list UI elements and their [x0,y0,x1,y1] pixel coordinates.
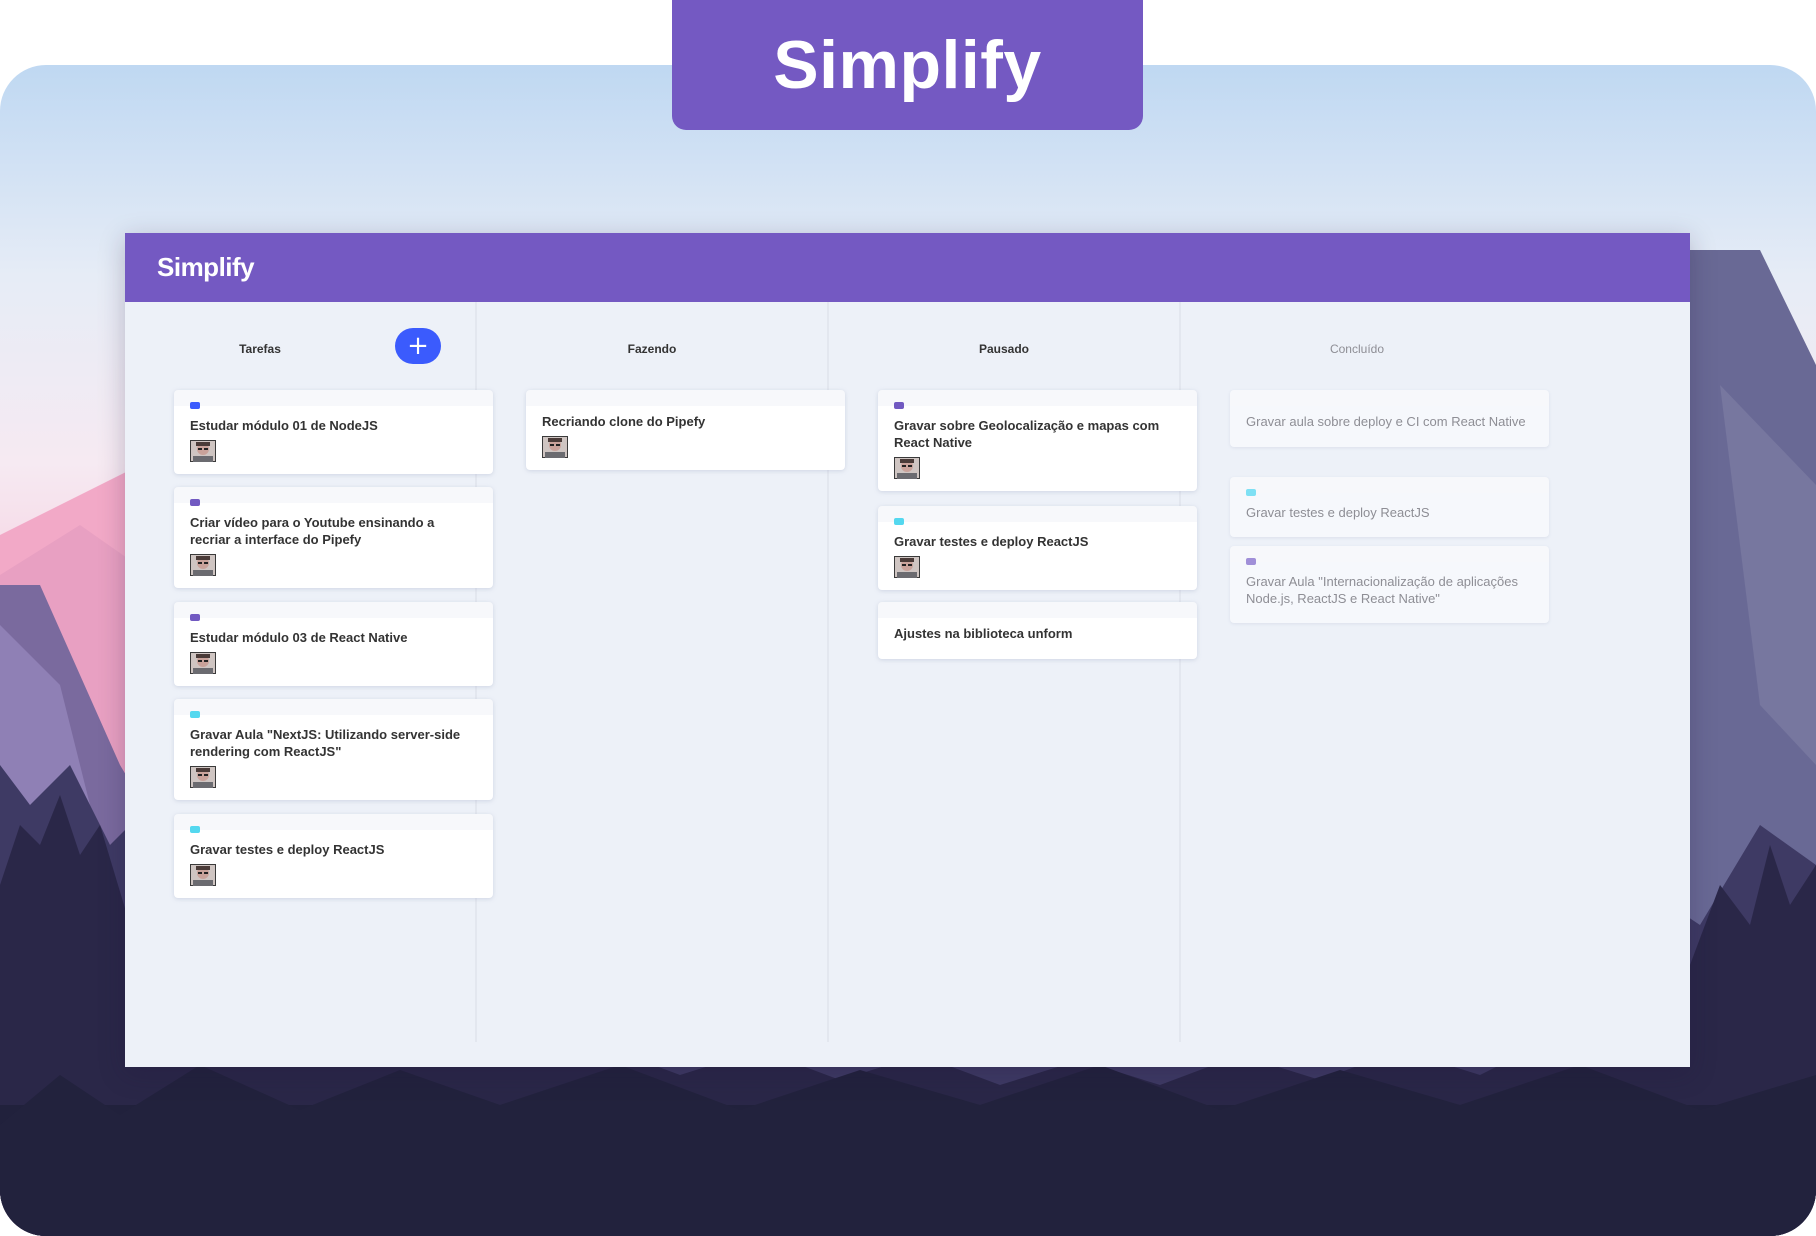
card[interactable]: Gravar Aula "NextJS: Utilizando server-s… [174,699,493,800]
card-text: Gravar Aula "Internacionalização de apli… [1246,574,1518,606]
card-text: Estudar módulo 03 de React Native [190,630,408,645]
add-card-button[interactable]: + [395,328,441,364]
list-tarefas: Tarefas + Estudar módulo 01 de NodeJS Cr… [125,302,493,1042]
card-text: Gravar Aula "NextJS: Utilizando server-s… [190,727,461,759]
screenshot-stage: Simplify Simplify Tarefas + Estudar módu… [0,0,1816,1236]
card-text: Gravar testes e deploy ReactJS [894,534,1089,549]
user-avatar [190,864,216,886]
user-avatar [542,436,568,458]
card[interactable]: Estudar módulo 01 de NodeJS [174,390,493,474]
card[interactable]: Ajustes na biblioteca unform [878,602,1197,659]
user-avatar [190,766,216,788]
app-header: Simplify [125,233,1690,302]
card[interactable]: Recriando clone do Pipefy [526,390,845,470]
label-tag [190,402,200,409]
card[interactable]: Estudar módulo 03 de React Native [174,602,493,686]
list-title: Concluído [1329,342,1385,356]
card[interactable]: Gravar testes e deploy ReactJS [1230,477,1549,537]
kanban-board: Tarefas + Estudar módulo 01 de NodeJS Cr… [125,302,1690,1067]
card[interactable]: Gravar aula sobre deploy e CI com React … [1230,390,1549,447]
card-text: Gravar aula sobre deploy e CI com React … [1246,414,1526,429]
card[interactable]: Gravar testes e deploy ReactJS [878,506,1197,590]
label-tag [1246,558,1256,565]
user-avatar [894,556,920,578]
label-tag [190,499,200,506]
list-title: Fazendo [627,342,677,356]
card-text: Gravar testes e deploy ReactJS [1246,505,1430,520]
list-fazendo: Fazendo Recriando clone do Pipefy [477,302,845,1042]
user-avatar [190,554,216,576]
label-tag [894,518,904,525]
list-title: Tarefas [239,342,281,356]
label-tag [190,614,200,621]
card-text: Ajustes na biblioteca unform [894,626,1073,641]
label-tag [190,826,200,833]
card-text: Gravar testes e deploy ReactJS [190,842,385,857]
card-text: Gravar sobre Geolocalização e mapas com … [894,418,1160,450]
label-tag [894,402,904,409]
card-text: Recriando clone do Pipefy [542,414,706,429]
user-avatar [894,457,920,479]
user-avatar [190,652,216,674]
list-title: Pausado [978,342,1029,356]
list-pausado: Pausado Gravar sobre Geolocalização e ma… [829,302,1197,1042]
card[interactable]: Gravar sobre Geolocalização e mapas com … [878,390,1197,491]
card[interactable]: Criar vídeo para o Youtube ensinando a r… [174,487,493,588]
label-tag [190,711,200,718]
list-concluido: Concluído Gravar aula sobre deploy e CI … [1181,302,1549,1042]
card-text: Estudar módulo 01 de NodeJS [190,418,378,433]
user-avatar [190,440,216,462]
app-logo: Simplify [157,252,255,282]
card[interactable]: Gravar testes e deploy ReactJS [174,814,493,898]
card-text: Criar vídeo para o Youtube ensinando a r… [190,515,435,547]
banner-title: Simplify [672,0,1143,130]
app-window: Simplify Tarefas + Estudar módulo 01 de … [125,233,1690,1067]
label-tag [1246,489,1256,496]
card[interactable]: Gravar Aula "Internacionalização de apli… [1230,546,1549,623]
